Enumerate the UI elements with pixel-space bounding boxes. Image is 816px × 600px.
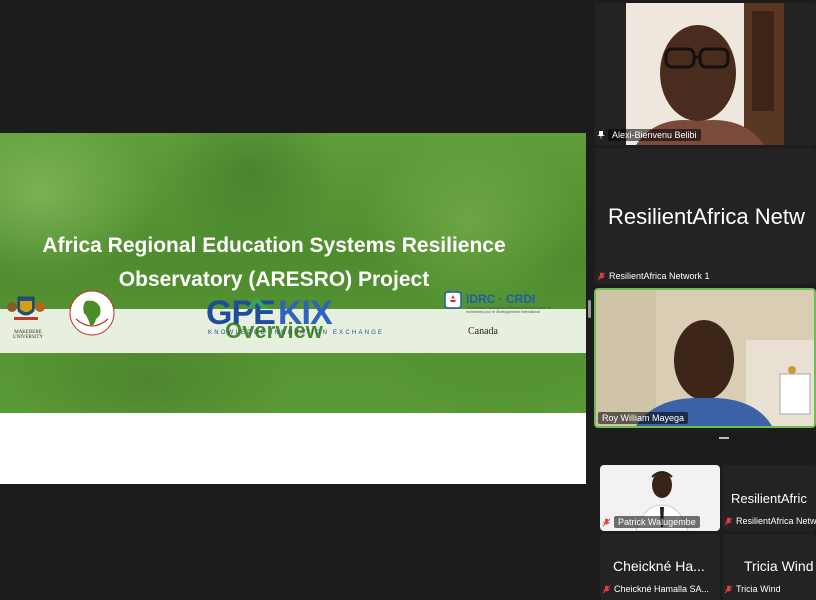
mic-muted-icon xyxy=(602,585,611,593)
participant-video-alexi xyxy=(626,3,784,145)
mic-muted-icon xyxy=(602,518,611,526)
gpe-tagline: KNOWLEDGE INNOVATION EXCHANGE xyxy=(208,330,385,336)
mic-muted-icon xyxy=(724,517,733,525)
participant-tile-resilientafrica-2[interactable]: ResilientAfric ResilientAfrica Netw xyxy=(722,465,816,531)
kix-arrow-icon xyxy=(246,297,268,309)
shared-slide: Africa Regional Education Systems Resili… xyxy=(0,133,586,484)
panel-resize-handle[interactable] xyxy=(588,300,591,318)
participant-name-tricia: Tricia Wind xyxy=(724,584,781,594)
participant-display-name: ResilientAfrica Netw xyxy=(608,204,805,229)
participant-tile-tricia[interactable]: Tricia Wind Tricia Wind xyxy=(722,534,816,600)
participant-tile-patrick[interactable]: Patrick Walugembe xyxy=(600,465,720,531)
logo-strip xyxy=(0,413,586,484)
kix-logo-text: KIX xyxy=(278,294,333,332)
idrc-logo-text: IDRC · CRDI xyxy=(466,292,536,306)
participant-name-alexi: Alexi-Bienvenu Belibi xyxy=(597,129,701,141)
participant-display-name: Tricia Wind xyxy=(744,558,814,574)
idrc-logo-icon xyxy=(444,291,462,309)
participant-display-name: ResilientAfric xyxy=(731,491,807,506)
participant-tile-cheickne[interactable]: Cheickné Ha... Cheickné Hamalla SA... xyxy=(600,534,720,600)
participant-name-patrick: Patrick Walugembe xyxy=(602,516,700,528)
canada-wordmark: Canada xyxy=(468,326,498,337)
participant-name-resilientafrica-1: ResilientAfrica Network 1 xyxy=(597,271,710,281)
gallery-scroll-indicator[interactable] xyxy=(719,437,729,439)
slide-title: Africa Regional Education Systems Resili… xyxy=(0,229,548,297)
participant-name-resilientafrica-2: ResilientAfrica Netw xyxy=(724,516,816,526)
slide-title-line1: Africa Regional Education Systems Resili… xyxy=(42,234,506,257)
resilientafrica-logo-icon xyxy=(69,290,115,336)
mic-muted-icon xyxy=(724,585,733,593)
pin-icon xyxy=(597,130,605,140)
participant-tile-roy-active[interactable]: Roy William Mayega xyxy=(594,288,816,428)
participant-display-name: Cheickné Ha... xyxy=(613,558,705,574)
idrc-subtitle: International Development Research Centr… xyxy=(466,306,551,314)
participant-name-cheickne: Cheickné Hamalla SA... xyxy=(602,584,709,594)
participant-tile-resilientafrica-1[interactable]: ResilientAfrica Netw ResilientAfrica Net… xyxy=(594,148,816,284)
participant-video-roy xyxy=(596,290,814,426)
mic-muted-icon xyxy=(597,272,606,280)
participant-tile-alexi[interactable]: Alexi-Bienvenu Belibi xyxy=(594,3,816,145)
makerere-crest-icon xyxy=(7,296,45,320)
participant-name-roy: Roy William Mayega xyxy=(598,412,689,424)
makerere-logo-text: MAKERERE UNIVERSITY xyxy=(13,330,43,340)
